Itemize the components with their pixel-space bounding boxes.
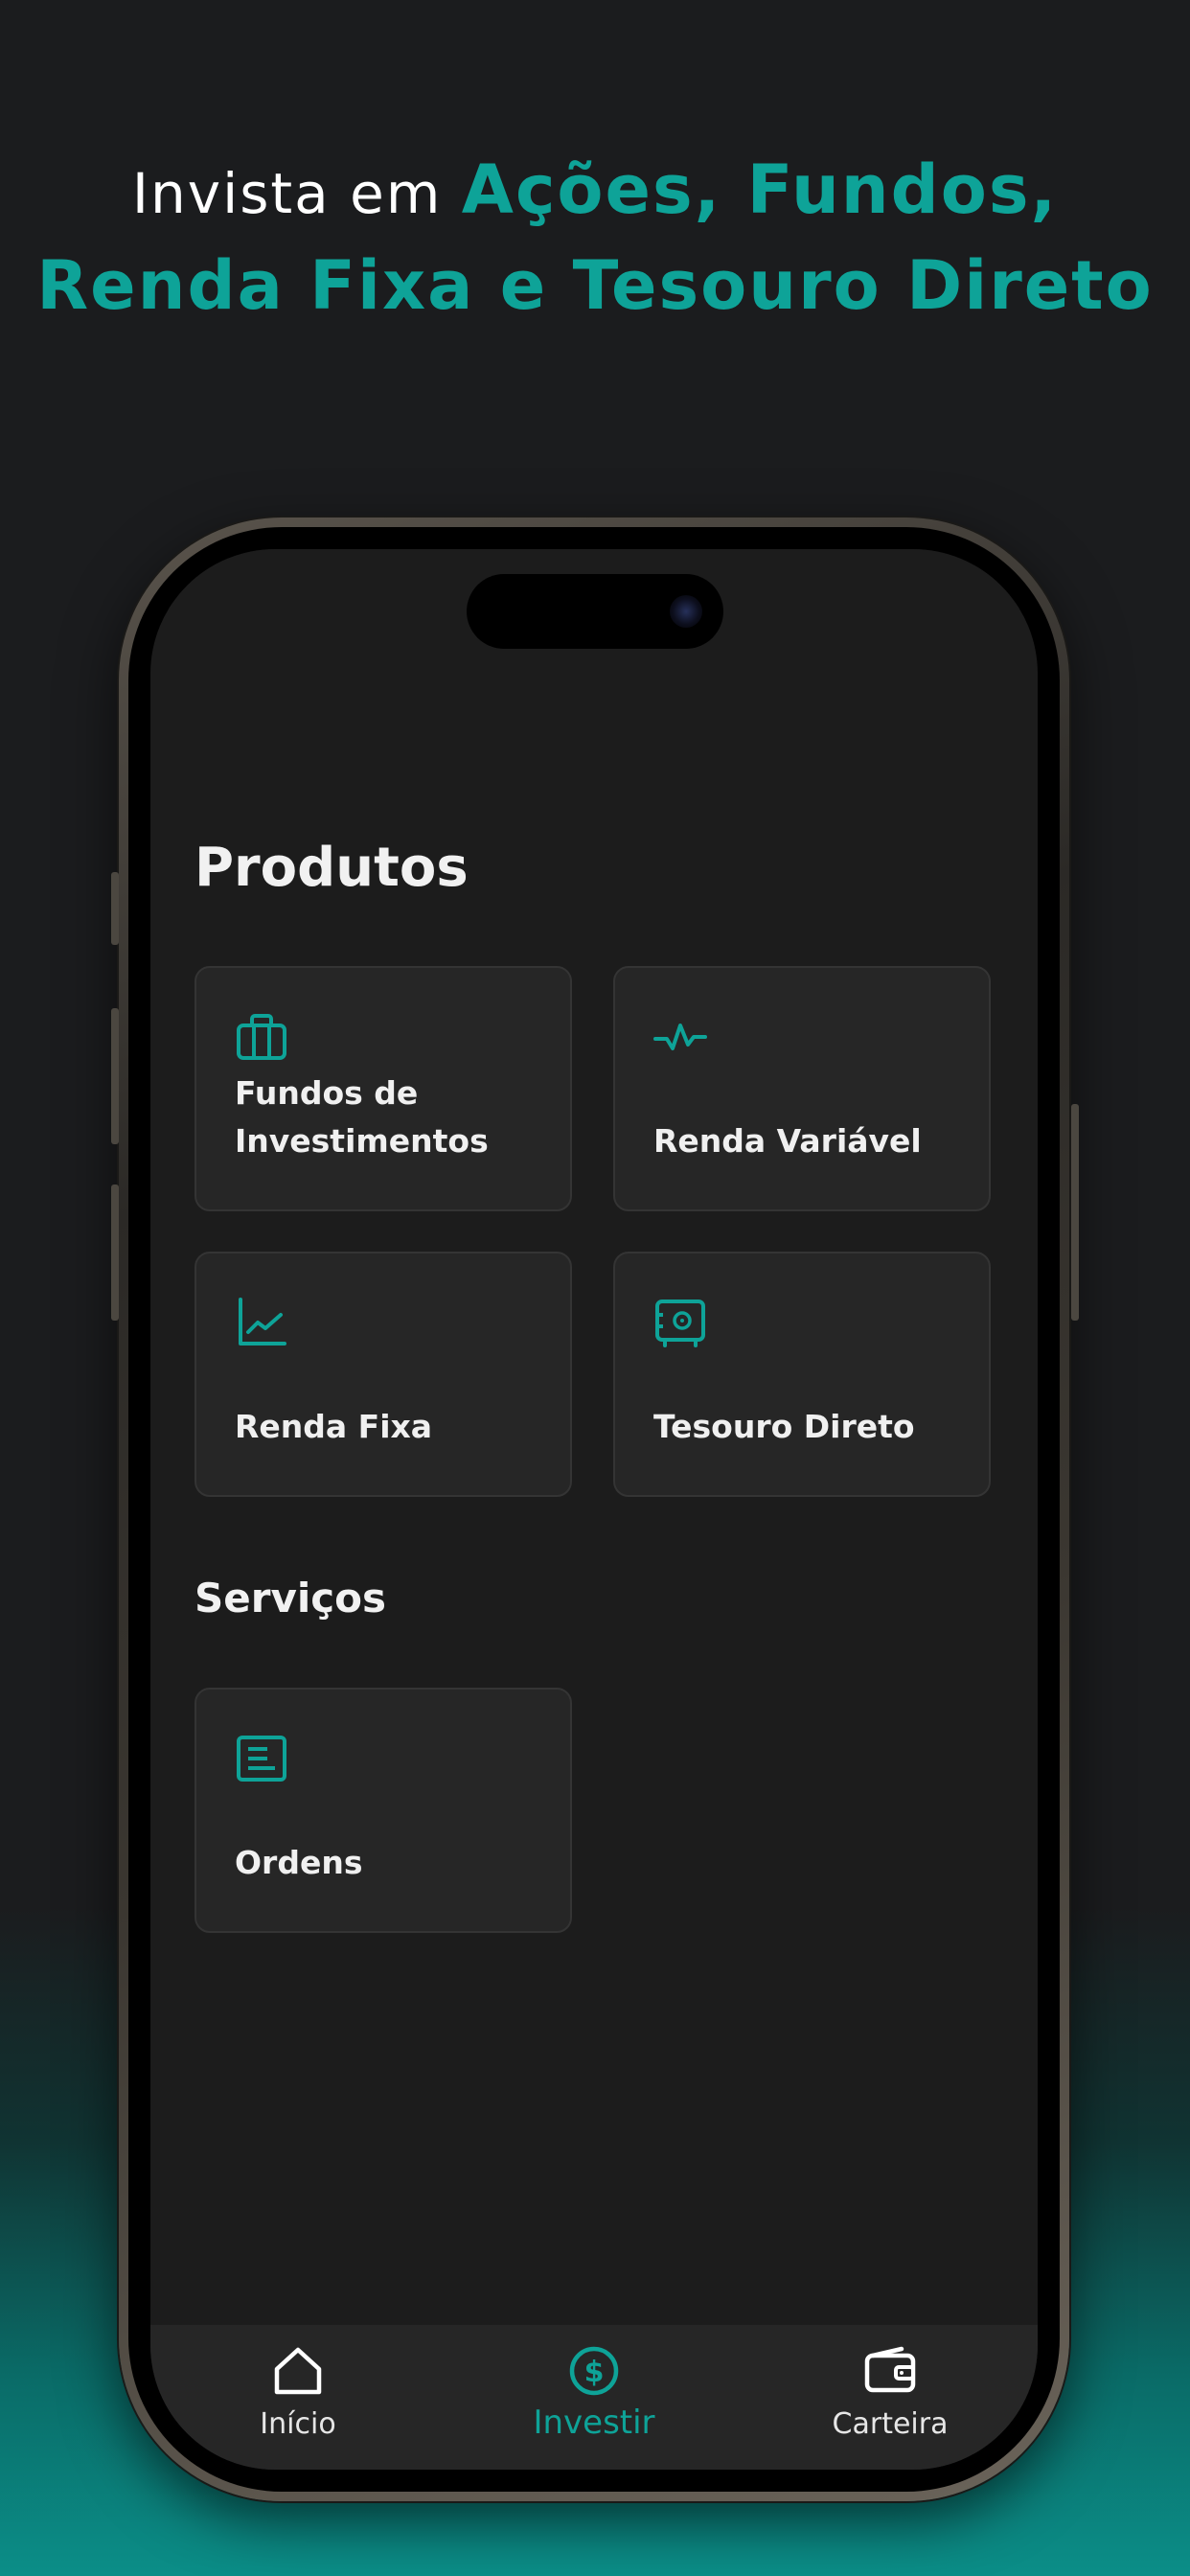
dynamic-island bbox=[467, 574, 723, 649]
products-title: Produtos bbox=[195, 837, 469, 899]
product-card-fundos[interactable]: Fundos de Investimentos bbox=[195, 966, 572, 1211]
product-card-renda-variavel[interactable]: Renda Variável bbox=[613, 966, 991, 1211]
promo-headline: Invista em Ações, Fundos, Renda Fixa e T… bbox=[0, 144, 1190, 332]
wallet-icon bbox=[864, 2346, 916, 2393]
tab-label: Início bbox=[260, 2407, 336, 2441]
camera-icon bbox=[670, 595, 702, 628]
headline-accent-2: Renda Fixa e Tesouro Direto bbox=[36, 246, 1154, 325]
service-card-ordens[interactable]: Ordens bbox=[195, 1688, 572, 1933]
volume-down-button bbox=[111, 1184, 119, 1321]
volume-up-button bbox=[111, 1008, 119, 1144]
tab-investir[interactable]: $ Investir bbox=[446, 2325, 742, 2470]
services-title: Serviços bbox=[195, 1575, 386, 1622]
product-card-tesouro-direto[interactable]: Tesouro Direto bbox=[613, 1252, 991, 1497]
dollar-circle-icon: $ bbox=[569, 2346, 619, 2396]
svg-text:$: $ bbox=[584, 2356, 605, 2389]
power-button bbox=[1071, 1104, 1079, 1321]
service-card-label: Ordens bbox=[235, 1844, 363, 1881]
product-card-label: Tesouro Direto bbox=[653, 1408, 915, 1445]
pulse-icon bbox=[653, 1024, 707, 1050]
tab-label: Carteira bbox=[832, 2407, 949, 2441]
product-card-renda-fixa[interactable]: Renda Fixa bbox=[195, 1252, 572, 1497]
product-card-label: Fundos de Investimentos bbox=[235, 1074, 489, 1160]
tab-carteira[interactable]: Carteira bbox=[743, 2325, 1038, 2470]
product-card-label: Renda Fixa bbox=[235, 1408, 433, 1445]
document-icon bbox=[237, 1736, 286, 1782]
briefcase-icon bbox=[237, 1014, 286, 1060]
action-button bbox=[111, 872, 119, 945]
tab-inicio[interactable]: Início bbox=[150, 2325, 446, 2470]
bottom-tab-bar: Início $ Investir Carteira bbox=[150, 2325, 1038, 2470]
headline-intro: Invista em bbox=[131, 161, 462, 226]
chart-line-icon bbox=[239, 1298, 286, 1346]
headline-accent-1: Ações, Fundos, bbox=[461, 150, 1059, 229]
tab-label: Investir bbox=[533, 2404, 655, 2442]
product-card-label: Renda Variável bbox=[653, 1122, 922, 1160]
safe-icon bbox=[655, 1300, 705, 1347]
app-screen: Produtos Fundos de Investimentos Renda V… bbox=[150, 549, 1038, 2470]
home-icon bbox=[274, 2347, 322, 2395]
